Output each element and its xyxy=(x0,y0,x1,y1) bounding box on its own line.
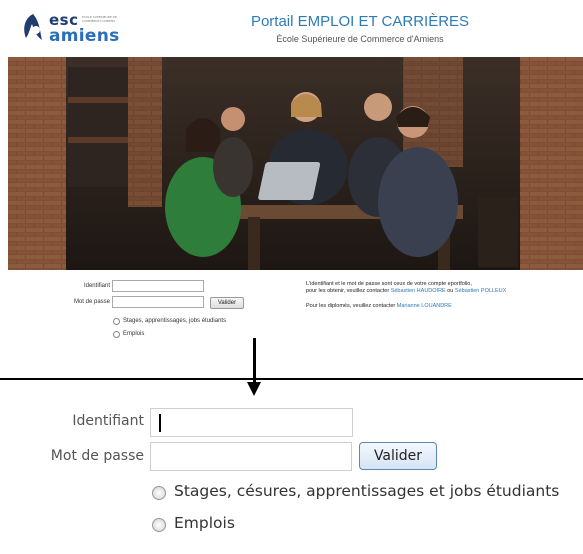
logo-amiens-text: amiens xyxy=(49,26,120,46)
esc-amiens-logo[interactable]: esc ÉCOLE SUPÉRIEURE DE COMMERCE D'AMIEN… xyxy=(20,11,130,48)
identifiant-label-small: Identifiant xyxy=(83,283,110,289)
arrow-head-icon xyxy=(247,382,261,396)
radio-emplois-small[interactable] xyxy=(113,331,120,338)
info-line-2: pour les obtenir, veuillez contacter Séb… xyxy=(306,288,506,295)
info-line-3: Pour les diplomés, veuillez contacter Ma… xyxy=(306,303,452,310)
logo-mark-icon xyxy=(24,14,42,40)
password-label: Mot de passe xyxy=(50,448,144,464)
validate-button[interactable]: Valider xyxy=(359,442,437,470)
validate-button-small[interactable]: Valider xyxy=(210,297,244,309)
identifiant-input[interactable] xyxy=(150,408,353,437)
info-line-2-mid: ou xyxy=(445,288,455,294)
page-title: Portail EMPLOI ET CARRIÈRES xyxy=(250,13,470,30)
radio-emplois-label: Emplois xyxy=(174,514,235,532)
logo-tagline: ÉCOLE SUPÉRIEURE DE COMMERCE D'AMIENS xyxy=(82,15,117,23)
password-input[interactable] xyxy=(150,442,352,471)
identifiant-label: Identifiant xyxy=(72,413,144,429)
banner-photo xyxy=(8,57,583,270)
page-subtitle: École Supérieure de Commerce d'Amiens xyxy=(276,34,444,44)
password-input-small[interactable] xyxy=(112,296,204,308)
radio-emplois[interactable] xyxy=(152,518,166,532)
divider-line xyxy=(0,378,583,380)
password-label-small: Mot de passe xyxy=(73,299,110,305)
contact-link-louandre[interactable]: Marianne LOUANDRE xyxy=(397,303,452,309)
contact-link-haudoire[interactable]: Sébastien HAUDOIRE xyxy=(391,288,446,294)
radio-emplois-label-small: Emplois xyxy=(123,331,145,337)
contact-link-polleux[interactable]: Sébastien POLLEUX xyxy=(455,288,506,294)
arrow-down-icon xyxy=(253,338,256,384)
identifiant-input-small[interactable] xyxy=(112,280,204,292)
radio-stages[interactable] xyxy=(152,486,166,500)
info-line-3-prefix: Pour les diplomés, veuillez contacter xyxy=(306,303,397,309)
radio-stages-label: Stages, césures, apprentissages et jobs … xyxy=(174,482,560,500)
radio-stages-small[interactable] xyxy=(113,318,120,325)
radio-stages-label-small: Stages, apprentissages, jobs étudiants xyxy=(123,318,227,324)
info-line-1: L'identifiant et le mot de passe sont ce… xyxy=(306,281,472,287)
text-caret xyxy=(159,414,161,432)
info-line-2-prefix: pour les obtenir, veuillez contacter xyxy=(306,288,391,294)
